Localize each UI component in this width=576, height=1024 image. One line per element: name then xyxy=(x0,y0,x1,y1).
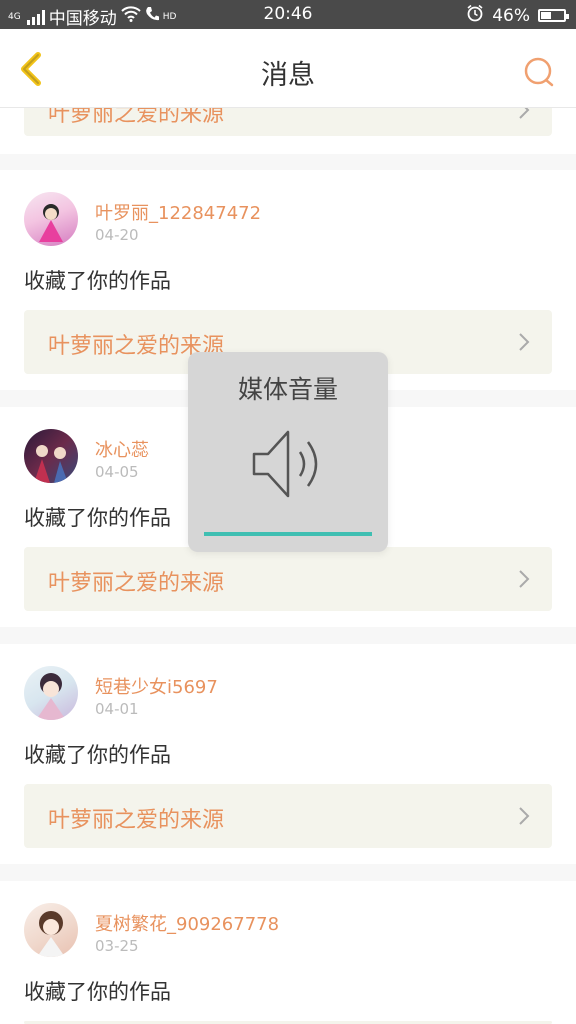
battery-icon xyxy=(538,9,569,22)
work-title: 叶萝丽之爱的来源 xyxy=(48,808,225,833)
app-header: 消息 xyxy=(0,29,576,108)
action-text: 收藏了你的作品 xyxy=(24,743,171,767)
volume-level-bar[interactable] xyxy=(204,532,372,536)
username[interactable]: 冰心蕊 xyxy=(95,436,149,462)
avatar[interactable] xyxy=(24,429,78,483)
username[interactable]: 短巷少女i5697 xyxy=(95,673,218,699)
work-link[interactable]: 叶萝丽之爱的来源 xyxy=(24,784,552,848)
avatar[interactable] xyxy=(24,666,78,720)
speaker-icon xyxy=(250,424,330,504)
work-link[interactable]: 叶萝丽之爱的来源 xyxy=(24,547,552,611)
avatar[interactable] xyxy=(24,903,78,957)
message-date: 04-01 xyxy=(95,700,139,718)
message-card: 短巷少女i5697 04-01 收藏了你的作品 叶萝丽之爱的来源 xyxy=(0,644,576,864)
search-button[interactable] xyxy=(524,57,554,87)
volume-overlay: 媒体音量 xyxy=(188,352,388,552)
message-date: 04-20 xyxy=(95,226,139,244)
chevron-right-icon xyxy=(519,807,530,825)
action-text: 收藏了你的作品 xyxy=(24,269,171,293)
chevron-right-icon xyxy=(519,333,530,351)
battery-percent: 46% xyxy=(492,5,530,26)
action-text: 收藏了你的作品 xyxy=(24,980,171,1004)
page-title: 消息 xyxy=(261,60,315,91)
alarm-icon xyxy=(466,4,484,27)
avatar[interactable] xyxy=(24,192,78,246)
work-title: 叶萝丽之爱的来源 xyxy=(48,571,225,596)
search-icon xyxy=(524,57,554,87)
chevron-right-icon xyxy=(519,570,530,588)
status-bar: 4G 中国移动 HD 20:46 46% xyxy=(0,0,576,29)
message-date: 04-05 xyxy=(95,463,139,481)
username[interactable]: 叶罗丽_122847472 xyxy=(95,199,261,225)
action-text: 收藏了你的作品 xyxy=(24,506,171,530)
message-date: 03-25 xyxy=(95,937,139,955)
message-card: 夏树繁花_909267778 03-25 收藏了你的作品 xyxy=(0,881,576,1024)
username[interactable]: 夏树繁花_909267778 xyxy=(95,910,279,936)
volume-title: 媒体音量 xyxy=(237,375,338,404)
